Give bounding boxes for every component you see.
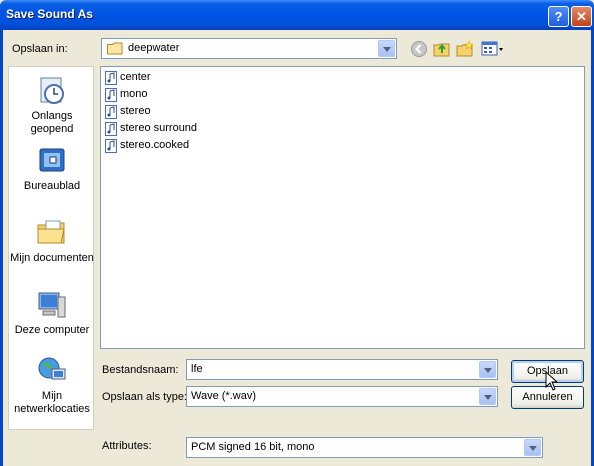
window-title: Save Sound As xyxy=(6,7,93,21)
attributes-value: PCM signed 16 bit, mono xyxy=(191,441,315,453)
chevron-down-icon[interactable] xyxy=(479,388,496,405)
up-folder-icon[interactable] xyxy=(433,40,451,58)
file-name: stereo xyxy=(120,105,151,117)
place-label: Deze computer xyxy=(14,324,90,336)
filename-field[interactable]: lfe xyxy=(186,359,498,380)
audio-file-icon xyxy=(105,139,117,153)
attributes-label: Attributes: xyxy=(102,440,152,452)
file-list[interactable]: center mono stereo stereo surround stere… xyxy=(100,66,585,349)
filename-label: Bestandsnaam: xyxy=(102,364,179,376)
place-network[interactable]: Mijn netwerklocaties xyxy=(9,355,95,416)
place-label: Bureaublad xyxy=(23,180,81,192)
chevron-down-icon[interactable] xyxy=(524,439,541,456)
file-name: mono xyxy=(120,88,148,100)
file-name: center xyxy=(120,71,151,83)
place-my-computer[interactable]: Deze computer xyxy=(9,289,95,337)
file-name: stereo.cooked xyxy=(120,139,190,151)
audio-file-icon xyxy=(105,88,117,102)
mouse-cursor-icon xyxy=(545,371,559,391)
my-computer-icon xyxy=(38,292,66,318)
audio-file-icon xyxy=(105,71,117,85)
close-button[interactable]: ✕ xyxy=(571,6,592,27)
places-bar: Onlangs geopend Bureaublad Mijn document… xyxy=(8,66,94,430)
audio-file-icon xyxy=(105,122,117,136)
network-icon xyxy=(38,357,66,380)
window-frame-left xyxy=(0,30,3,466)
chevron-down-icon[interactable] xyxy=(479,361,496,378)
attributes-dropdown[interactable]: PCM signed 16 bit, mono xyxy=(186,437,543,458)
view-menu-icon[interactable] xyxy=(481,40,505,58)
place-label: Onlangs geopend xyxy=(30,110,74,135)
save-in-label: Opslaan in: xyxy=(12,43,68,55)
recent-icon xyxy=(40,77,64,104)
filetype-dropdown[interactable]: Wave (*.wav) xyxy=(186,386,498,407)
desktop-icon xyxy=(39,148,65,172)
place-label: Mijn netwerklocaties xyxy=(14,390,90,415)
filetype-label: Opslaan als type: xyxy=(102,391,187,403)
filename-value: lfe xyxy=(191,363,203,375)
place-desktop[interactable]: Bureaublad xyxy=(9,145,95,193)
chevron-down-icon[interactable] xyxy=(378,40,395,57)
filetype-value: Wave (*.wav) xyxy=(191,390,256,402)
save-in-dropdown[interactable]: deepwater xyxy=(101,38,397,59)
file-name: stereo surround xyxy=(120,122,198,134)
help-button[interactable]: ? xyxy=(548,6,569,27)
audio-file-icon xyxy=(105,105,117,119)
new-folder-icon[interactable] xyxy=(456,40,474,58)
place-recent[interactable]: Onlangs geopend xyxy=(9,75,95,136)
place-my-documents[interactable]: Mijn documenten xyxy=(9,217,95,265)
save-in-value: deepwater xyxy=(128,42,180,54)
folder-icon xyxy=(107,42,123,55)
place-label: Mijn documenten xyxy=(10,252,94,264)
title-bar[interactable]: Save Sound As ? ✕ xyxy=(0,0,594,30)
my-documents-icon xyxy=(37,220,65,244)
back-icon[interactable] xyxy=(410,40,428,58)
